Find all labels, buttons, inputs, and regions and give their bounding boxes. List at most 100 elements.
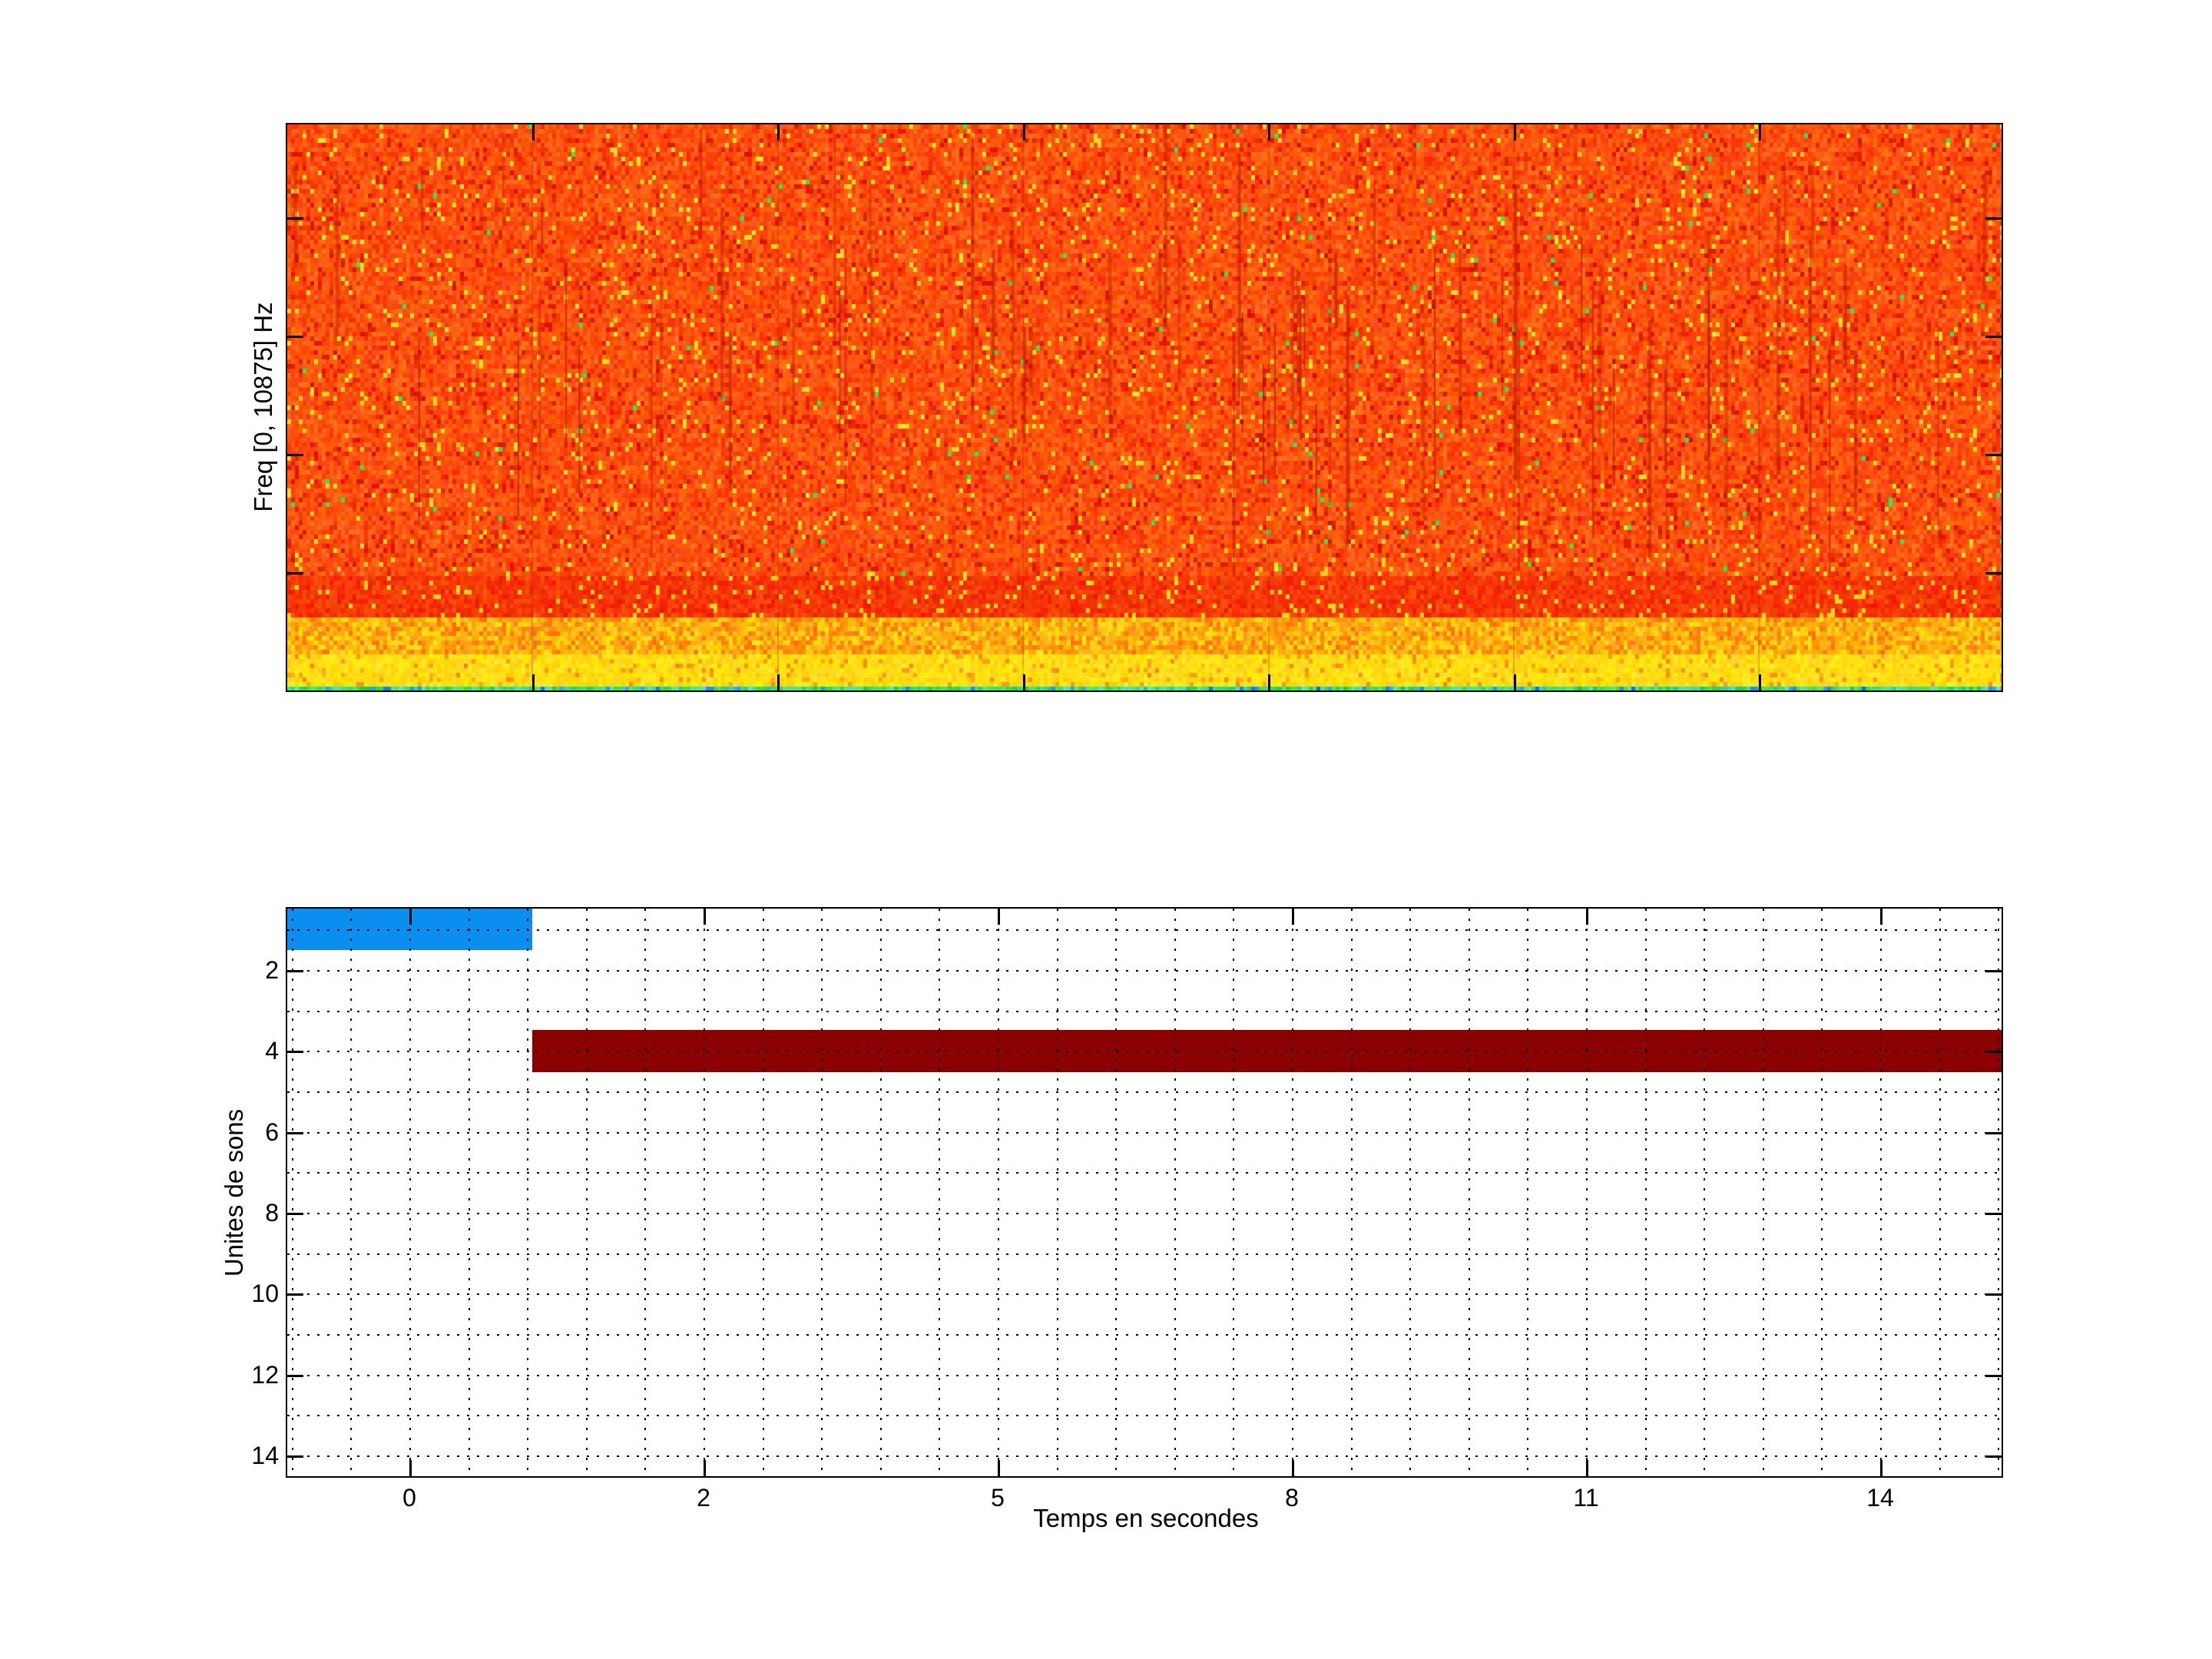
- grid-line-vertical: [1468, 909, 1470, 1476]
- spectrogram-x-tick: [1268, 674, 1270, 690]
- x-tick-label: 8: [1285, 1484, 1299, 1512]
- units-y-tick: [1985, 1213, 2002, 1216]
- grid-line-vertical: [1233, 909, 1235, 1476]
- y-tick-label: 6: [265, 1118, 279, 1146]
- grid-line-horizontal: [287, 1415, 2002, 1417]
- units-y-tick: [287, 1374, 303, 1377]
- spectrogram-y-tick: [287, 217, 303, 220]
- spectrogram-x-tick: [532, 674, 535, 690]
- spectrogram-y-tick: [1985, 217, 2002, 220]
- grid-line-horizontal: [287, 1010, 2002, 1012]
- grid-line-vertical: [762, 909, 764, 1476]
- x-tick-label: 11: [1573, 1484, 1599, 1512]
- grid-line-vertical: [998, 909, 999, 1476]
- units-y-tick: [287, 1213, 303, 1216]
- grid-line-horizontal: [287, 1091, 2002, 1094]
- spectrogram-y-tick: [1985, 454, 2002, 456]
- y-tick-label: 14: [251, 1442, 279, 1470]
- units-x-tick: [704, 1460, 706, 1476]
- units-y-tick: [1985, 1455, 2002, 1459]
- grid-line-vertical: [879, 909, 882, 1476]
- grid-line-horizontal: [287, 1172, 2002, 1174]
- units-x-tick: [1586, 909, 1588, 925]
- grid-line-horizontal: [287, 1051, 2002, 1053]
- grid-line-vertical: [527, 909, 529, 1476]
- y-tick-label: 2: [265, 956, 279, 984]
- x-tick-label: 14: [1866, 1484, 1894, 1512]
- spectrogram-y-axis-label: Freq [0, 10875] Hz: [249, 302, 277, 512]
- units-y-tick: [287, 1293, 303, 1296]
- grid-line-vertical: [1586, 909, 1588, 1476]
- x-tick-label: 2: [697, 1484, 710, 1512]
- grid-line-vertical: [704, 909, 705, 1476]
- grid-line-vertical: [1644, 909, 1647, 1476]
- grid-line-horizontal: [287, 969, 2002, 972]
- units-x-tick: [704, 909, 706, 925]
- units-y-tick: [1985, 1051, 2002, 1054]
- spectrogram-x-tick: [1268, 124, 1270, 141]
- spectrogram-x-tick: [1023, 674, 1025, 690]
- spectrogram-heatmap: [287, 124, 2002, 690]
- units-y-tick: [287, 970, 303, 972]
- spectrogram-x-tick: [1023, 124, 1025, 141]
- grid-line-vertical: [1115, 909, 1118, 1476]
- grid-line-vertical: [1527, 909, 1529, 1476]
- units-x-tick: [998, 909, 1000, 925]
- units-y-tick: [287, 1455, 303, 1459]
- spectrogram-x-tick: [1759, 124, 1761, 141]
- spectrogram-x-tick: [1514, 124, 1516, 141]
- grid-line-vertical: [468, 909, 470, 1476]
- grid-line-vertical: [1998, 909, 2000, 1476]
- grid-line-horizontal: [287, 1213, 2002, 1215]
- units-plot: [286, 907, 2003, 1478]
- x-tick-label: 0: [402, 1484, 416, 1512]
- grid-line-vertical: [1762, 909, 1764, 1476]
- units-x-tick: [1880, 1460, 1883, 1476]
- grid-line-vertical: [1409, 909, 1412, 1476]
- units-x-axis-label: Temps en secondes: [1033, 1504, 1259, 1532]
- y-tick-label: 4: [265, 1037, 279, 1065]
- grid-line-vertical: [1056, 909, 1058, 1476]
- grid-line-vertical: [1174, 909, 1176, 1476]
- grid-line-vertical: [1704, 909, 1706, 1476]
- grid-line-vertical: [1880, 909, 1882, 1476]
- grid-line-vertical: [1350, 909, 1353, 1476]
- y-tick-label: 8: [265, 1199, 279, 1227]
- units-y-tick: [287, 1051, 303, 1054]
- matlab-figure: Freq [0, 10875] Hz Unites de sons Temps …: [0, 0, 2212, 1659]
- grid-line-horizontal: [287, 1374, 2002, 1376]
- units-y-tick: [1985, 1374, 2002, 1377]
- units-x-tick: [409, 1460, 412, 1476]
- grid-line-vertical: [939, 909, 941, 1476]
- units-x-tick: [1880, 909, 1883, 925]
- grid-line-vertical: [1821, 909, 1823, 1476]
- grid-line-vertical: [291, 909, 293, 1476]
- grid-line-vertical: [1939, 909, 1941, 1476]
- spectrogram-y-tick: [287, 336, 303, 338]
- grid-line-horizontal: [287, 1131, 2002, 1134]
- grid-line-vertical: [350, 909, 353, 1476]
- grid-line-vertical: [644, 909, 647, 1476]
- grid-line-horizontal: [287, 929, 2002, 932]
- y-tick-label: 12: [251, 1360, 279, 1389]
- units-x-tick: [1292, 909, 1294, 925]
- spectrogram-x-tick: [777, 124, 780, 141]
- units-y-tick: [1985, 1293, 2002, 1296]
- spectrogram-y-tick: [287, 454, 303, 456]
- grid-line-horizontal: [287, 1293, 2002, 1296]
- spectrogram-y-tick: [1985, 572, 2002, 575]
- y-tick-label: 10: [251, 1280, 279, 1308]
- units-y-tick: [1985, 1131, 2002, 1134]
- units-x-tick: [409, 909, 412, 925]
- spectrogram-x-tick: [1759, 674, 1761, 690]
- grid-line-vertical: [821, 909, 823, 1476]
- grid-line-vertical: [409, 909, 411, 1476]
- units-x-tick: [1586, 1460, 1588, 1476]
- units-y-tick: [287, 1131, 303, 1134]
- grid-line-horizontal: [287, 1334, 2002, 1336]
- spectrogram-y-tick: [1985, 336, 2002, 338]
- spectrogram-x-tick: [1514, 674, 1516, 690]
- units-x-tick: [998, 1460, 1000, 1476]
- units-y-tick: [1985, 970, 2002, 972]
- units-x-tick: [1292, 1460, 1294, 1476]
